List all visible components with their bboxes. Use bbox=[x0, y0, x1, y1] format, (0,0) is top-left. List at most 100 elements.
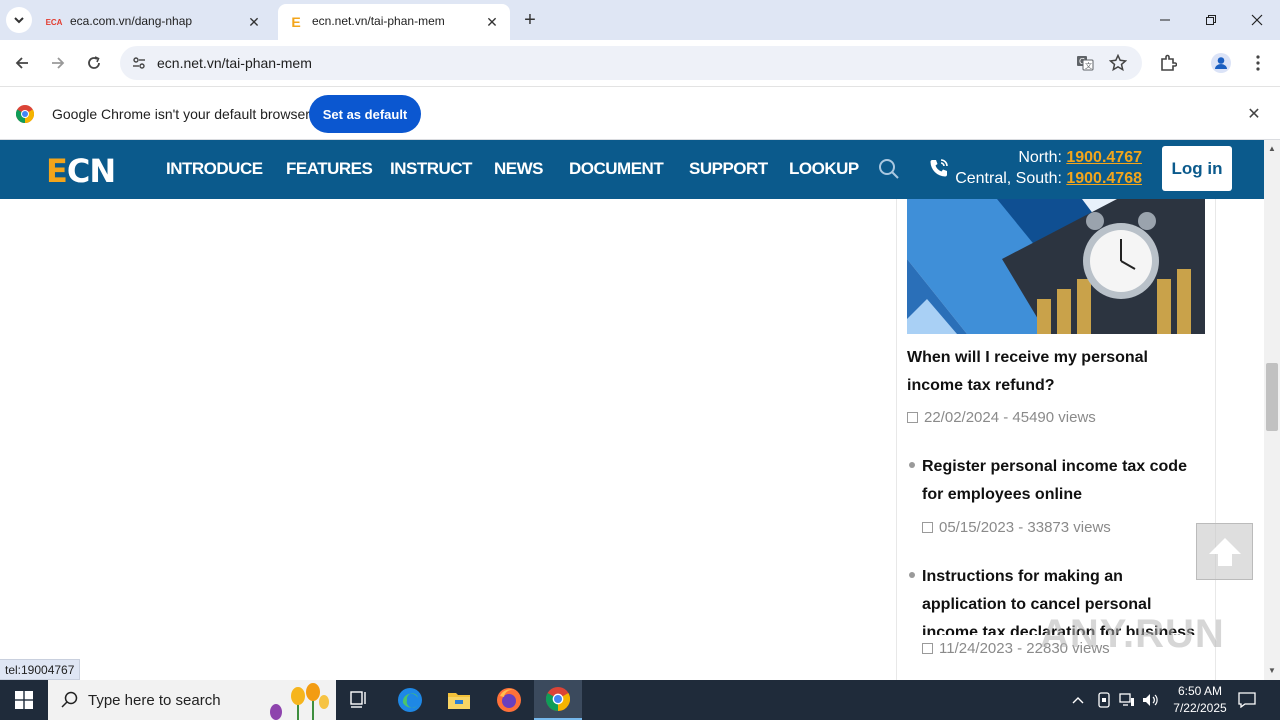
address-bar[interactable]: ecn.net.vn/tai-phan-mem G文 bbox=[120, 46, 1142, 80]
chevron-up-icon bbox=[1072, 697, 1084, 704]
search-icon[interactable] bbox=[878, 158, 900, 180]
set-as-default-button[interactable]: Set as default bbox=[309, 95, 421, 133]
volume-icon[interactable] bbox=[1141, 680, 1161, 720]
url-text: ecn.net.vn/tai-phan-mem bbox=[157, 55, 312, 71]
svg-text:文: 文 bbox=[1085, 61, 1092, 70]
notifications-button[interactable] bbox=[1236, 680, 1258, 720]
tray-device-icon[interactable] bbox=[1094, 680, 1114, 720]
eca-favicon-icon: ECA bbox=[45, 17, 63, 27]
site-header: ECN INTRODUCE FEATURES INSTRUCT NEWS DOC… bbox=[0, 140, 1264, 199]
nav-introduce[interactable]: INTRODUCE bbox=[166, 159, 263, 179]
new-tab-button[interactable]: + bbox=[518, 8, 542, 32]
scroll-down-arrow-icon[interactable]: ▼ bbox=[1267, 666, 1277, 676]
hotline-south-number[interactable]: 1900.4768 bbox=[1066, 170, 1142, 187]
minimize-button[interactable] bbox=[1142, 0, 1188, 40]
arrow-up-icon bbox=[1208, 537, 1241, 566]
tab-title: ecn.net.vn/tai-phan-mem bbox=[312, 14, 445, 28]
flowers-decoration-icon bbox=[270, 683, 329, 720]
windows-logo-icon bbox=[15, 691, 33, 709]
chrome-logo-icon bbox=[16, 105, 34, 123]
firefox-icon bbox=[497, 688, 521, 712]
close-window-button[interactable] bbox=[1234, 0, 1280, 40]
close-tab-icon[interactable]: ✕ bbox=[482, 12, 502, 32]
close-icon bbox=[1251, 14, 1263, 26]
translate-icon[interactable]: G文 bbox=[1070, 48, 1100, 78]
list-item-title[interactable]: Register personal income tax code for em… bbox=[922, 453, 1208, 509]
taskbar-firefox[interactable] bbox=[485, 680, 533, 720]
page-content: When will I receive my personal income t… bbox=[0, 199, 1264, 680]
bookmark-star-icon[interactable] bbox=[1103, 48, 1133, 78]
tab-title: eca.com.vn/dang-nhap bbox=[70, 14, 193, 28]
logo-letter-e: E bbox=[46, 152, 68, 190]
meta-text: 05/15/2023 - 33873 views bbox=[939, 519, 1111, 536]
calendar-icon bbox=[922, 522, 933, 533]
taskbar-edge[interactable] bbox=[386, 680, 434, 720]
reload-button[interactable] bbox=[79, 48, 109, 78]
nav-news[interactable]: NEWS bbox=[494, 159, 544, 179]
arrow-left-icon bbox=[15, 57, 28, 69]
tab-strip: ECA eca.com.vn/dang-nhap ✕ E ecn.net.vn/… bbox=[0, 0, 1280, 40]
site-info-icon[interactable] bbox=[128, 52, 150, 74]
hotline-north-number[interactable]: 1900.4767 bbox=[1066, 149, 1142, 166]
featured-article-image[interactable] bbox=[907, 199, 1205, 334]
featured-article-title[interactable]: When will I receive my personal income t… bbox=[907, 344, 1207, 400]
show-hidden-icons[interactable] bbox=[1068, 680, 1088, 720]
restore-button[interactable] bbox=[1188, 0, 1234, 40]
task-view-icon bbox=[350, 691, 366, 708]
nav-support[interactable]: SUPPORT bbox=[689, 159, 768, 179]
extensions-button[interactable] bbox=[1153, 48, 1183, 78]
infobar-message: Google Chrome isn't your default browser bbox=[52, 106, 310, 122]
login-button[interactable]: Log in bbox=[1162, 146, 1232, 191]
nav-features[interactable]: FEATURES bbox=[286, 159, 373, 179]
nav-document[interactable]: DOCUMENT bbox=[569, 159, 664, 179]
task-view-button[interactable] bbox=[336, 680, 384, 720]
tab-search-button[interactable] bbox=[6, 7, 32, 33]
chrome-menu-button[interactable] bbox=[1243, 48, 1273, 78]
kebab-menu-icon bbox=[1256, 55, 1260, 71]
tab-ecn[interactable]: E ecn.net.vn/tai-phan-mem ✕ bbox=[278, 4, 510, 40]
page-scrollbar[interactable]: ▲ ▼ bbox=[1264, 140, 1280, 680]
start-button[interactable] bbox=[0, 680, 48, 720]
taskbar-search-box[interactable]: Type here to search bbox=[48, 680, 336, 720]
notification-icon bbox=[1238, 692, 1256, 708]
hotline-south-label: Central, South: bbox=[955, 170, 1067, 187]
forward-button[interactable] bbox=[43, 48, 73, 78]
watermark: ANY.RUN bbox=[1040, 612, 1225, 656]
calendar-icon bbox=[907, 412, 918, 423]
puzzle-icon bbox=[1161, 54, 1177, 71]
browser-toolbar: ecn.net.vn/tai-phan-mem G文 bbox=[0, 40, 1280, 86]
nav-instruct[interactable]: INSTRUCT bbox=[390, 159, 472, 179]
minimize-icon bbox=[1160, 19, 1170, 21]
status-url-bubble: tel:19004767 bbox=[0, 659, 81, 680]
tab-eca[interactable]: ECA eca.com.vn/dang-nhap ✕ bbox=[36, 4, 272, 40]
back-button[interactable] bbox=[7, 48, 37, 78]
profile-button[interactable] bbox=[1206, 48, 1236, 78]
restore-icon bbox=[1206, 15, 1216, 25]
hotline-north-label: North: bbox=[1018, 149, 1067, 166]
hotline-north: North: 1900.4767 bbox=[1018, 149, 1142, 167]
default-browser-infobar: Google Chrome isn't your default browser… bbox=[0, 86, 1280, 140]
logo-letters: CN bbox=[66, 152, 116, 190]
network-icon[interactable] bbox=[1117, 680, 1137, 720]
nav-lookup[interactable]: LOOKUP bbox=[789, 159, 859, 179]
calendar-icon bbox=[922, 643, 933, 654]
back-to-top-button[interactable] bbox=[1196, 523, 1253, 580]
edge-icon bbox=[398, 688, 422, 712]
close-infobar-icon[interactable]: ✕ bbox=[1244, 104, 1264, 124]
close-tab-icon[interactable]: ✕ bbox=[244, 12, 264, 32]
list-bullet bbox=[909, 572, 915, 578]
taskbar-clock[interactable]: 6:50 AM 7/22/2025 bbox=[1160, 683, 1240, 717]
scroll-up-arrow-icon[interactable]: ▲ bbox=[1267, 144, 1277, 154]
ecn-logo[interactable]: ECN bbox=[46, 152, 116, 190]
scrollbar-thumb[interactable] bbox=[1266, 363, 1278, 431]
clock-date: 7/22/2025 bbox=[1173, 701, 1227, 715]
phone-icon bbox=[930, 159, 948, 177]
taskbar-file-explorer[interactable] bbox=[435, 680, 483, 720]
list-item-meta: 05/15/2023 - 33873 views bbox=[922, 519, 1111, 536]
arrow-right-icon bbox=[52, 57, 65, 69]
ecn-favicon-icon: E bbox=[291, 14, 301, 30]
search-icon bbox=[61, 691, 78, 708]
taskbar-chrome[interactable] bbox=[534, 680, 582, 720]
featured-article-meta: 22/02/2024 - 45490 views bbox=[907, 409, 1096, 426]
avatar-icon bbox=[1211, 53, 1231, 73]
